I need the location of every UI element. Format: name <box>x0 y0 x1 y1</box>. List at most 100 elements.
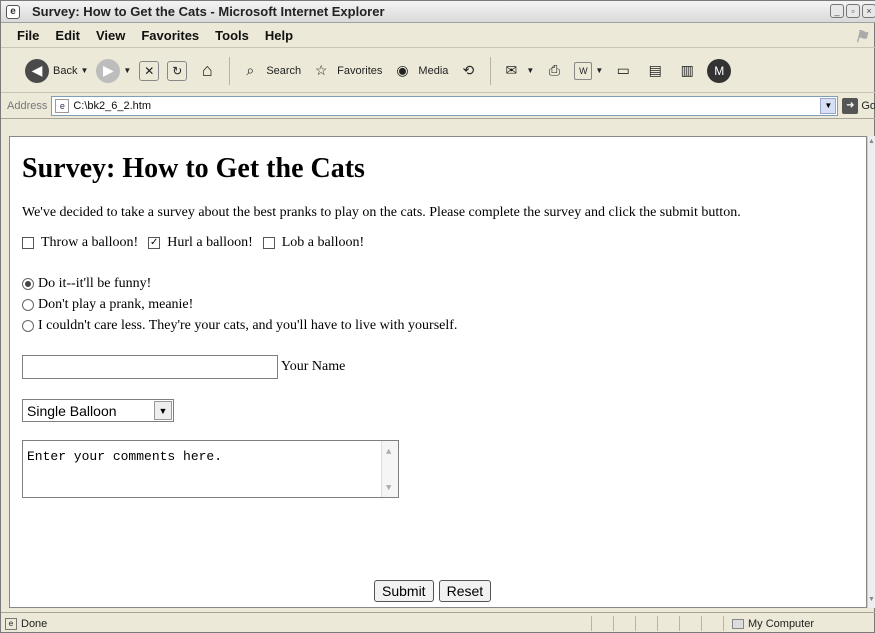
back-dropdown-icon[interactable]: ▼ <box>80 66 88 75</box>
scroll-up-icon[interactable]: ▲ <box>386 447 391 457</box>
radio-dont-care[interactable] <box>22 320 34 332</box>
browser-window: e Survey: How to Get the Cats - Microsof… <box>0 0 875 633</box>
history-button[interactable]: ⟲ <box>456 59 480 83</box>
go-label: Go <box>861 100 875 112</box>
radio-selected-dot <box>25 281 31 287</box>
page-content: Survey: How to Get the Cats We've decide… <box>9 136 867 608</box>
scroll-down-icon[interactable]: ▼ <box>386 483 391 493</box>
media-icon: ◉ <box>396 62 409 78</box>
back-icon: ◀ <box>25 58 49 83</box>
home-button[interactable]: ⌂ <box>195 59 219 83</box>
status-panel <box>701 616 723 631</box>
windows-logo-icon: ⚑ <box>854 29 869 46</box>
balloon-select[interactable]: Single Balloon ▼ <box>22 399 174 422</box>
radio-dont[interactable] <box>22 299 34 311</box>
radio-do-it[interactable] <box>22 278 34 290</box>
address-input[interactable]: e C:\bk2_6_2.htm ▼ <box>51 96 839 116</box>
address-dropdown-icon[interactable]: ▼ <box>820 98 837 114</box>
checkbox-hurl[interactable]: ✓ <box>148 237 161 249</box>
menu-view[interactable]: View <box>96 28 125 43</box>
submit-button[interactable]: Submit <box>374 580 434 602</box>
favorites-button[interactable]: ☆ Favorites <box>309 59 383 83</box>
mail-icon: ✉ <box>505 62 518 78</box>
menu-tools[interactable]: Tools <box>215 28 249 43</box>
form-buttons: Submit Reset <box>374 580 492 602</box>
refresh-button[interactable]: ↻ <box>167 60 188 81</box>
edit-dropdown-icon[interactable]: ▼ <box>595 66 603 75</box>
menu-help[interactable]: Help <box>265 28 293 43</box>
security-zone: My Computer <box>723 616 814 631</box>
maximize-icon[interactable]: ▫ <box>846 4 860 18</box>
checkbox-lob-label: Lob a balloon! <box>281 235 365 250</box>
checkbox-group: Throw a balloon! ✓ Hurl a balloon! Lob a… <box>22 235 854 251</box>
search-label: Search <box>266 64 302 77</box>
status-panel <box>613 616 635 631</box>
scroll-down-icon[interactable]: ▼ <box>868 596 875 606</box>
mail-dropdown-icon[interactable]: ▼ <box>526 66 534 75</box>
messenger-icon: ▤ <box>648 62 662 78</box>
name-label: Your Name <box>281 359 346 374</box>
title-bar: e Survey: How to Get the Cats - Microsof… <box>1 1 875 23</box>
go-button[interactable]: ➜ Go <box>842 98 875 114</box>
stop-button[interactable]: ✕ <box>139 60 160 81</box>
comments-text: Enter your comments here. <box>27 449 223 464</box>
forward-button[interactable]: ▶ ▼ <box>96 58 131 83</box>
scroll-up-icon[interactable]: ▲ <box>868 138 875 148</box>
discuss-button[interactable]: ▭ <box>611 59 635 83</box>
radio-option-1: Do it--it'll be funny! <box>22 275 854 293</box>
window-controls: _ ▫ × <box>830 4 875 18</box>
radio-option-2: Don't play a prank, meanie! <box>22 296 854 314</box>
media-label: Media <box>418 64 449 77</box>
status-text: Done <box>21 617 48 630</box>
radio-option-3: I couldn't care less. They're your cats,… <box>22 317 854 335</box>
window-title: Survey: How to Get the Cats - Microsoft … <box>32 4 385 19</box>
checkbox-hurl-label: Hurl a balloon! <box>167 235 253 250</box>
mail-button[interactable]: ✉ ▼ <box>499 59 535 83</box>
status-panel <box>591 616 613 631</box>
refresh-icon: ↻ <box>167 60 188 81</box>
checkbox-lob[interactable] <box>262 237 275 249</box>
address-label: Address <box>7 100 48 112</box>
messenger-button[interactable]: ▤ <box>643 59 667 83</box>
menu-favorites[interactable]: Favorites <box>141 28 199 43</box>
page-title: Survey: How to Get the Cats <box>22 153 365 184</box>
toolbar-separator <box>229 56 231 85</box>
forward-dropdown-icon[interactable]: ▼ <box>123 66 131 75</box>
balloon-select-value: Single Balloon <box>27 402 117 419</box>
page-status-icon: e <box>5 617 17 630</box>
page-icon: e <box>55 99 70 113</box>
menu-file[interactable]: File <box>17 28 39 43</box>
name-field-row: Your Name <box>22 355 854 379</box>
menu-bar: File Edit View Favorites Tools Help ⚑ <box>1 24 875 48</box>
media-button[interactable]: ◉ Media <box>390 59 448 83</box>
search-button[interactable]: ⌕ Search <box>238 59 301 83</box>
msn-icon: M <box>707 58 732 83</box>
chevron-down-icon[interactable]: ▼ <box>154 401 172 420</box>
minimize-icon[interactable]: _ <box>830 4 844 18</box>
research-icon: ▥ <box>680 62 694 78</box>
intro-text: We've decided to take a survey about the… <box>22 205 741 220</box>
research-button[interactable]: ▥ <box>675 59 699 83</box>
history-icon: ⟲ <box>462 62 475 78</box>
print-button[interactable]: ⎙ <box>542 59 566 83</box>
reset-button[interactable]: Reset <box>438 580 492 602</box>
name-input[interactable] <box>22 355 278 379</box>
forward-icon: ▶ <box>96 58 121 83</box>
textarea-scrollbar[interactable]: ▲ ▼ <box>381 441 398 497</box>
stop-icon: ✕ <box>139 60 160 81</box>
status-panels <box>591 616 723 631</box>
go-arrow-icon: ➜ <box>842 98 859 114</box>
edit-button[interactable]: W ▼ <box>574 61 603 80</box>
msn-button[interactable]: M <box>707 58 732 83</box>
ie-icon: e <box>6 4 20 19</box>
radio-do-it-label: Do it--it'll be funny! <box>38 276 152 291</box>
menu-edit[interactable]: Edit <box>55 28 80 43</box>
radio-dont-care-label: I couldn't care less. They're your cats,… <box>38 318 458 333</box>
close-icon[interactable]: × <box>862 4 875 18</box>
checkbox-throw[interactable] <box>22 237 34 249</box>
address-value: C:\bk2_6_2.htm <box>73 100 152 112</box>
favorites-label: Favorites <box>337 64 383 77</box>
back-button[interactable]: ◀ Back ▼ <box>25 58 88 83</box>
page-scrollbar[interactable]: ▲ ▼ <box>867 136 875 608</box>
comments-textarea[interactable]: Enter your comments here. ▲ ▼ <box>22 440 399 498</box>
